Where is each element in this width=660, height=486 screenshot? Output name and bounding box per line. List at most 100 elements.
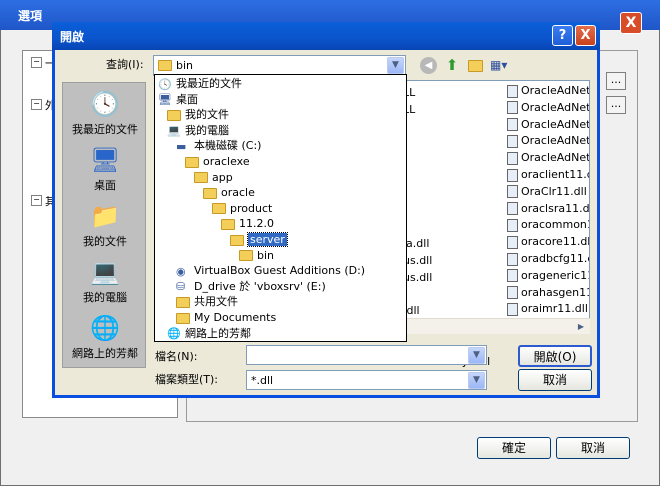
dll-file-icon bbox=[507, 218, 518, 232]
cancel-button[interactable]: 取消 bbox=[518, 369, 592, 391]
dropdown-item[interactable]: ▬ 本機磁碟 (C:) bbox=[176, 138, 261, 154]
scroll-right-icon[interactable]: ▶ bbox=[574, 320, 588, 334]
tree-collapse-icon[interactable]: − bbox=[31, 195, 42, 206]
file-item[interactable]: orahasgen11.dll bbox=[507, 285, 589, 301]
file-item[interactable]: oracommon11. bbox=[507, 217, 589, 233]
options-cancel-button[interactable]: 取消 bbox=[556, 437, 630, 459]
dropdown-item[interactable]: 🖥 桌面 bbox=[158, 92, 198, 108]
file-item[interactable]: OraClr11.dll bbox=[507, 184, 589, 200]
file-item[interactable]: oraclsra11.dll bbox=[507, 201, 589, 217]
my-documents-icon: 📁 bbox=[90, 202, 120, 230]
folder-icon bbox=[194, 172, 208, 184]
file-name: orageneric11.dll bbox=[521, 268, 589, 282]
file-item[interactable] bbox=[403, 119, 503, 135]
file-item[interactable]: oradbcfg11.dll bbox=[507, 251, 589, 267]
look-in-dropdown-list[interactable]: 🕓 我最近的文件 🖥 桌面 我的文件 💻 我的電腦 ▬ 本機磁碟 (C:) oraclexe app… bbox=[154, 74, 407, 342]
file-name: OracleAdNetCo bbox=[521, 100, 589, 114]
recent-documents-icon: 🕓 bbox=[158, 77, 172, 91]
file-item[interactable]: OracleAdNetCo bbox=[507, 83, 589, 99]
dropdown-item[interactable]: 🌐 網路上的芳鄰 bbox=[167, 326, 251, 342]
dropdown-item[interactable]: 🕓 我最近的文件 bbox=[158, 76, 242, 92]
file-item[interactable]: orageneric11.dll bbox=[507, 268, 589, 284]
close-icon[interactable]: X bbox=[575, 25, 596, 46]
file-item[interactable] bbox=[403, 169, 503, 185]
folder-icon bbox=[221, 218, 235, 230]
place-my-documents[interactable]: 📁 我的文件 bbox=[63, 201, 147, 249]
browse-button[interactable]: ... bbox=[606, 96, 626, 114]
dropdown-item-label: 桌面 bbox=[176, 92, 198, 106]
file-item[interactable]: OracleAdNetCo bbox=[507, 100, 589, 116]
file-item[interactable] bbox=[403, 186, 503, 202]
place-label: 我的文件 bbox=[83, 235, 127, 248]
dropdown-item-label: app bbox=[212, 170, 233, 184]
dropdown-item[interactable]: oracle bbox=[203, 185, 255, 201]
recent-documents-icon: 🕓 bbox=[90, 90, 120, 118]
file-item[interactable]: OracleAdNetTe bbox=[507, 150, 589, 166]
browse-button[interactable]: ... bbox=[606, 72, 626, 90]
dropdown-item[interactable]: My Documents bbox=[176, 310, 276, 326]
options-close-icon[interactable]: X bbox=[620, 12, 642, 34]
dropdown-item-label: 我最近的文件 bbox=[176, 77, 242, 90]
dropdown-item-label: 我的文件 bbox=[185, 108, 229, 122]
dropdown-item[interactable]: 💻 我的電腦 bbox=[167, 123, 229, 139]
dll-file-icon bbox=[507, 185, 518, 199]
new-folder-icon[interactable] bbox=[468, 60, 483, 72]
place-recent[interactable]: 🕓 我最近的文件 bbox=[63, 89, 147, 137]
dropdown-item[interactable]: 共用文件 bbox=[176, 294, 238, 310]
place-network[interactable]: 🌐 網路上的芳鄰 bbox=[63, 313, 147, 361]
dll-file-icon bbox=[507, 202, 518, 216]
file-item[interactable]: OracleAdNetTe bbox=[507, 117, 589, 133]
dropdown-item[interactable]: product bbox=[212, 201, 272, 217]
dropdown-item-label: product bbox=[230, 201, 273, 215]
dropdown-item-label: bin bbox=[257, 248, 275, 262]
dropdown-item[interactable]: server bbox=[230, 232, 288, 248]
file-item[interactable]: ja.dll bbox=[403, 236, 503, 252]
file-item[interactable]: oraimr11.dll bbox=[507, 301, 589, 317]
dropdown-item[interactable]: oraclexe bbox=[185, 154, 250, 170]
up-folder-icon[interactable]: ⬆ bbox=[443, 56, 461, 74]
file-item[interactable] bbox=[403, 287, 503, 303]
file-item[interactable]: .dll bbox=[403, 303, 503, 319]
chevron-down-icon[interactable]: ▼ bbox=[468, 347, 485, 364]
open-dialog-title: 開啟 bbox=[60, 30, 85, 44]
file-item[interactable] bbox=[403, 152, 503, 168]
dropdown-item[interactable]: app bbox=[194, 170, 233, 186]
folder-icon bbox=[212, 203, 226, 215]
file-name: oradbcfg11.dll bbox=[521, 252, 589, 265]
dropdown-item[interactable]: 11.2.0 bbox=[221, 216, 274, 232]
place-desktop[interactable]: 🖥 桌面 bbox=[63, 145, 147, 193]
dropdown-item[interactable]: ⛁ D_drive 於 'vboxsrv' (E:) bbox=[176, 279, 326, 295]
file-item[interactable]: us.dll bbox=[403, 270, 503, 286]
file-item[interactable]: oracore11.dll bbox=[507, 234, 589, 250]
file-name: oraimr11.dll bbox=[521, 302, 588, 316]
file-item[interactable]: OracleAdNetTe bbox=[507, 133, 589, 149]
open-button[interactable]: 開啟(O) bbox=[518, 345, 592, 367]
places-bar: 🕓 我最近的文件 🖥 桌面 📁 我的文件 💻 我的電腦 🌐 網路上的芳鄰 bbox=[62, 82, 146, 368]
filetype-select[interactable]: *.dll ▼ bbox=[246, 370, 487, 390]
view-menu-icon[interactable]: ▦▾ bbox=[490, 57, 510, 73]
file-item[interactable] bbox=[403, 135, 503, 151]
dropdown-item[interactable]: 我的文件 bbox=[167, 107, 229, 123]
dropdown-item[interactable]: bin bbox=[239, 248, 274, 264]
dll-file-icon bbox=[507, 302, 518, 316]
file-item[interactable]: oraclient11.dll bbox=[507, 167, 589, 183]
file-item[interactable]: LL bbox=[403, 85, 503, 101]
tree-collapse-icon[interactable]: − bbox=[31, 57, 42, 68]
ok-button[interactable]: 確定 bbox=[477, 437, 551, 459]
file-item[interactable]: us.dll bbox=[403, 253, 503, 269]
look-in-select[interactable]: bin ▼ bbox=[153, 55, 406, 76]
help-icon[interactable]: ? bbox=[552, 25, 573, 46]
back-icon[interactable]: ◀ bbox=[420, 57, 437, 74]
chevron-down-icon[interactable]: ▼ bbox=[387, 57, 404, 74]
chevron-down-icon[interactable]: ▼ bbox=[468, 372, 485, 389]
file-item[interactable] bbox=[403, 219, 503, 235]
tree-collapse-icon[interactable]: − bbox=[31, 99, 42, 110]
filename-input[interactable]: ▼ bbox=[246, 345, 487, 365]
file-item[interactable]: LL bbox=[403, 102, 503, 118]
place-label: 我最近的文件 bbox=[72, 123, 138, 136]
filename-label: 檔名(N): bbox=[155, 350, 198, 363]
file-item[interactable] bbox=[403, 203, 503, 219]
dropdown-item[interactable]: ◉ VirtualBox Guest Additions (D:) bbox=[176, 263, 365, 279]
place-my-computer[interactable]: 💻 我的電腦 bbox=[63, 257, 147, 305]
dll-file-icon bbox=[507, 168, 518, 182]
